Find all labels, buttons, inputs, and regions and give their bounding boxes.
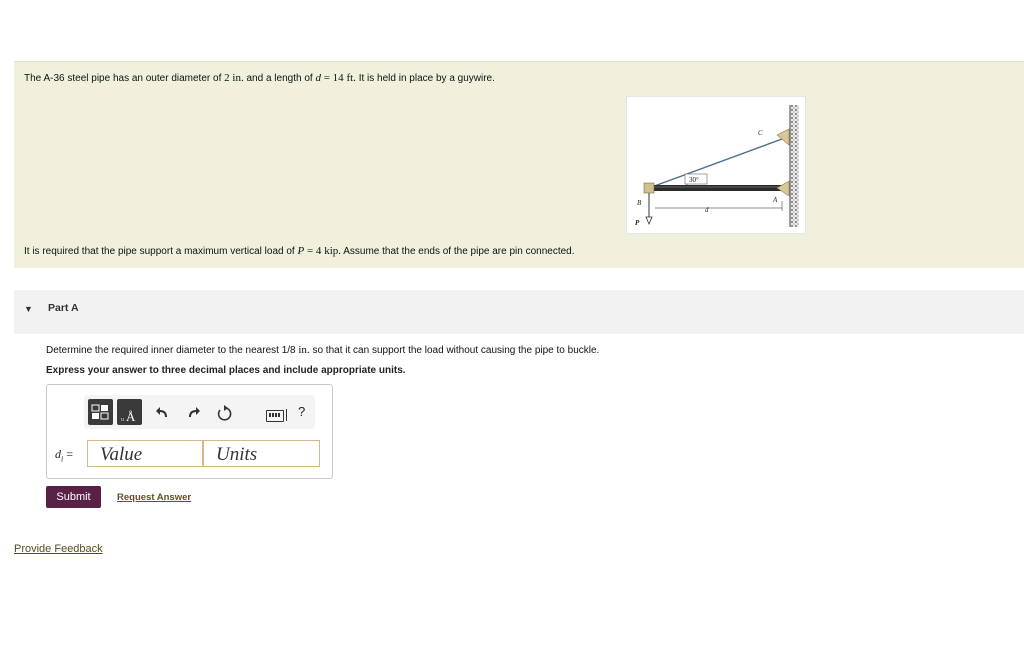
length-equals: =	[320, 72, 333, 84]
math-toolbar: u Å ?	[84, 395, 315, 429]
question-fraction: 1/8	[281, 345, 296, 356]
request-answer-link[interactable]: Request Answer	[117, 492, 191, 503]
answer-variable-label: di =	[55, 447, 73, 463]
undo-icon[interactable]	[154, 404, 172, 422]
wall	[790, 105, 799, 227]
length-unit: ft.	[346, 72, 356, 84]
load-arrowhead	[645, 216, 653, 226]
problem-text-1-mid: and a length of	[243, 73, 316, 84]
keyboard-separator	[286, 409, 287, 421]
question-text-pre: Determine the required inner diameter to…	[46, 345, 282, 356]
load-equals: =	[304, 245, 316, 257]
question-text-post: so that it can support the load without …	[309, 345, 600, 356]
length-value: 14	[332, 72, 344, 84]
label-c: C	[758, 129, 763, 137]
problem-text-1-pre: The A-36 steel pipe has an outer diamete…	[24, 73, 225, 84]
angle-label: 30°	[689, 176, 699, 184]
label-d: d	[705, 206, 709, 214]
pin-b	[643, 182, 655, 194]
problem-text-2-pre: It is required that the pipe support a m…	[24, 246, 298, 257]
load-unit: kip.	[324, 245, 342, 257]
submit-button[interactable]: Submit	[46, 486, 101, 508]
part-a-header[interactable]: ▼ Part A	[14, 290, 1024, 334]
guywire	[648, 138, 783, 189]
answer-instruction: Express your answer to three decimal pla…	[46, 365, 406, 376]
units-angstrom-icon: u Å	[121, 409, 136, 424]
problem-text-1-post: It is held in place by a guywire.	[355, 73, 495, 84]
pipe-guywire-figure: 30° C B A d P	[626, 96, 806, 234]
templates-button[interactable]	[88, 399, 113, 425]
part-title: Part A	[48, 302, 79, 314]
problem-statement: The A-36 steel pipe has an outer diamete…	[14, 61, 1024, 268]
figure-drawing: 30° C B A d P	[635, 105, 799, 227]
support-c	[776, 128, 790, 146]
support-a	[776, 180, 790, 197]
label-a: A	[772, 196, 778, 204]
reset-icon[interactable]	[215, 404, 233, 422]
svg-text:u: u	[121, 417, 124, 423]
units-button[interactable]: u Å	[117, 399, 142, 425]
templates-icon	[91, 404, 109, 420]
problem-text-2: It is required that the pipe support a m…	[24, 245, 575, 257]
label-b: B	[637, 199, 642, 207]
question-text: Determine the required inner diameter to…	[46, 344, 599, 356]
keyboard-icon[interactable]	[266, 410, 284, 422]
units-input[interactable]: Units	[203, 440, 320, 467]
answer-box: u Å ? di = Value Units	[46, 384, 333, 479]
provide-feedback-link[interactable]: Provide Feedback	[14, 543, 103, 555]
label-p: P	[635, 219, 640, 227]
problem-text-2-post: Assume that the ends of the pipe are pin…	[341, 246, 575, 257]
problem-text-1: The A-36 steel pipe has an outer diamete…	[24, 72, 495, 84]
pipe	[653, 185, 782, 191]
help-button[interactable]: ?	[298, 404, 305, 419]
outer-diameter-value: 2	[224, 72, 230, 84]
svg-text:Å: Å	[126, 409, 136, 424]
outer-diameter-unit: in.	[232, 72, 244, 84]
redo-icon[interactable]	[184, 404, 202, 422]
load-value: 4	[315, 245, 322, 257]
value-input[interactable]: Value	[87, 440, 203, 467]
collapse-triangle-icon[interactable]: ▼	[24, 304, 33, 314]
question-unit: in.	[298, 344, 310, 356]
answer-equals: =	[63, 447, 74, 461]
